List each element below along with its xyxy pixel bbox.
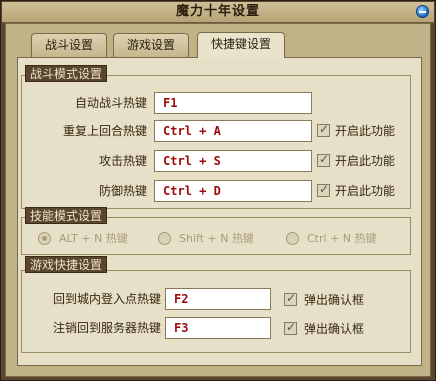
auto-battle-hotkey-field[interactable]: F1 xyxy=(154,92,312,114)
repeat-round-enable-checkbox[interactable] xyxy=(317,122,330,137)
game-section-group xyxy=(21,270,411,353)
return-town-label: 回到城内登入点热键 xyxy=(52,292,161,306)
tab-game-label: 游戏设置 xyxy=(126,38,175,52)
attack-label: 攻击热键 xyxy=(98,154,147,168)
ctrl-n-label: Ctrl + N 热键 xyxy=(307,232,377,245)
auto-battle-label: 自动战斗热键 xyxy=(74,96,147,110)
alt-n-radio[interactable] xyxy=(38,232,51,245)
shift-n-radio[interactable] xyxy=(158,232,171,245)
settings-window: 魔力十年设置 战斗设置 游戏设置 快捷键设置 战斗模式设置 自动战斗热键 F1 … xyxy=(0,0,436,381)
game-section-title: 游戏快捷设置 xyxy=(25,256,108,273)
repeat-round-hotkey-field[interactable]: Ctrl + A xyxy=(154,120,312,142)
defend-enable-label: 开启此功能 xyxy=(335,184,396,198)
return-town-hotkey-field[interactable]: F2 xyxy=(165,288,271,310)
logout-server-label: 注销回到服务器热键 xyxy=(52,321,161,335)
logout-server-hotkey-field[interactable]: F3 xyxy=(165,317,271,339)
title-bar: 魔力十年设置 xyxy=(2,2,434,23)
defend-enable-checkbox[interactable] xyxy=(317,182,330,197)
repeat-round-label: 重复上回合热键 xyxy=(62,124,147,138)
tab-game[interactable]: 游戏设置 xyxy=(113,33,189,57)
repeat-round-enable-label: 开启此功能 xyxy=(335,124,396,138)
combat-section-title: 战斗模式设置 xyxy=(25,65,108,82)
attack-enable-label: 开启此功能 xyxy=(335,154,396,168)
tab-combat[interactable]: 战斗设置 xyxy=(31,33,107,57)
tab-combat-label: 战斗设置 xyxy=(44,38,93,52)
alt-n-label: ALT + N 热键 xyxy=(59,232,128,245)
skill-section-title: 技能模式设置 xyxy=(25,207,108,224)
return-town-confirm-label: 弹出确认框 xyxy=(304,293,365,307)
ctrl-n-radio[interactable] xyxy=(286,232,299,245)
shift-n-label: Shift + N 热键 xyxy=(179,232,254,245)
defend-hotkey-field[interactable]: Ctrl + D xyxy=(154,180,312,202)
tab-hotkeys[interactable]: 快捷键设置 xyxy=(197,32,285,58)
logout-server-confirm-checkbox[interactable] xyxy=(284,320,297,335)
window-title: 魔力十年设置 xyxy=(175,4,260,19)
tab-hotkeys-label: 快捷键设置 xyxy=(210,37,271,51)
return-town-confirm-checkbox[interactable] xyxy=(284,291,297,306)
minimize-icon[interactable] xyxy=(416,5,429,18)
attack-enable-checkbox[interactable] xyxy=(317,152,330,167)
attack-hotkey-field[interactable]: Ctrl + S xyxy=(154,150,312,172)
logout-server-confirm-label: 弹出确认框 xyxy=(304,322,365,336)
defend-label: 防御热键 xyxy=(98,184,147,198)
